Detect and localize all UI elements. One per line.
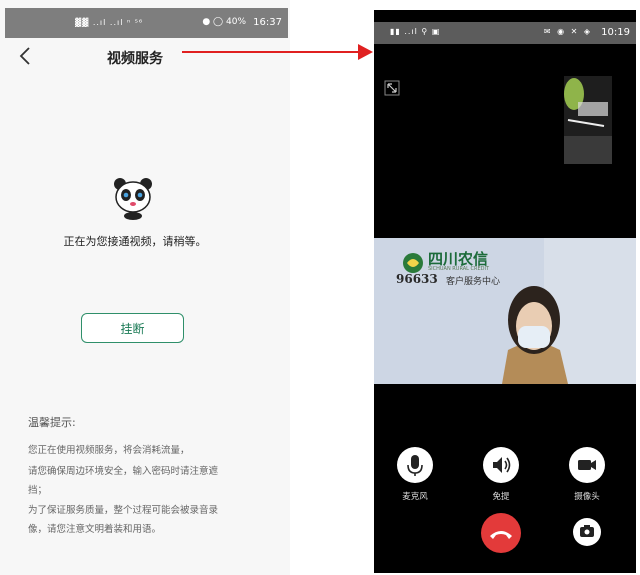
battery-indicator: ● ◯ 40% [202,17,246,27]
hangup-button[interactable]: 挂断 [81,313,184,343]
signal-indicator: ▓▓ ..ıl ..ıl ⁿ ⁵⁶ [75,18,144,27]
end-call-button[interactable] [481,513,521,553]
status-time: 10:19 [601,27,630,38]
service-center-label: 客户服务中心 [446,277,501,287]
tip-line: 您正在使用视频服务，将会消耗流量， [28,445,190,456]
status-bar: ▮▮ ..ıl ⚲ ▣ ✉ ◉ ✕ ◈ 10:19 [374,22,636,44]
camera-label: 摄像头 [574,492,600,502]
arrow-right-icon [182,44,373,60]
camera-button[interactable] [569,447,605,483]
tip-line: 挡； [28,485,48,496]
speaker-icon [493,457,511,473]
self-video-preview[interactable] [564,76,612,164]
bank-logo-icon [403,253,423,273]
connecting-message: 正在为您接通视频，请稍等。 [63,235,207,248]
switch-camera-button[interactable] [573,518,601,546]
panda-mascot-icon [110,175,156,221]
bank-hotline: 96633 [396,272,438,286]
tips-title: 温馨提示: [28,416,76,429]
mute-label: 麦克风 [402,492,428,502]
status-left-icons: ▮▮ ..ıl ⚲ ▣ [390,27,441,36]
remote-video: 四川农信 SICHUAN RURAL CREDIT 96633 客户服务中心 [374,238,636,384]
tip-line: 像，请您注意文明着装和用语。 [28,524,162,535]
minimize-icon[interactable] [384,80,400,96]
video-camera-icon [578,460,596,470]
tip-line: 为了保证服务质量，整个过程可能会被录音录 [28,505,219,516]
status-bar: ▓▓ ..ıl ..ıl ⁿ ⁵⁶ ● ◯ 40% 16:37 [5,8,288,38]
speaker-button[interactable] [483,447,519,483]
tip-line: 请您确保周边环境安全，输入密码时请注意遮 [28,466,219,477]
microphone-icon [407,455,423,476]
mute-button[interactable] [397,447,433,483]
status-right-icons: ✉ ◉ ✕ ◈ [543,27,592,36]
right-phone-screen: ▮▮ ..ıl ⚲ ▣ ✉ ◉ ✕ ◈ 10:19 四川农信 SICHUAN R… [374,10,636,573]
speaker-label: 免提 [492,492,510,502]
left-phone-screen: ▓▓ ..ıl ..ıl ⁿ ⁵⁶ ● ◯ 40% 16:37 视频服务 正在为… [0,0,290,575]
switch-camera-icon [580,525,594,537]
status-time: 16:37 [253,17,282,28]
phone-hangup-icon [490,531,512,539]
